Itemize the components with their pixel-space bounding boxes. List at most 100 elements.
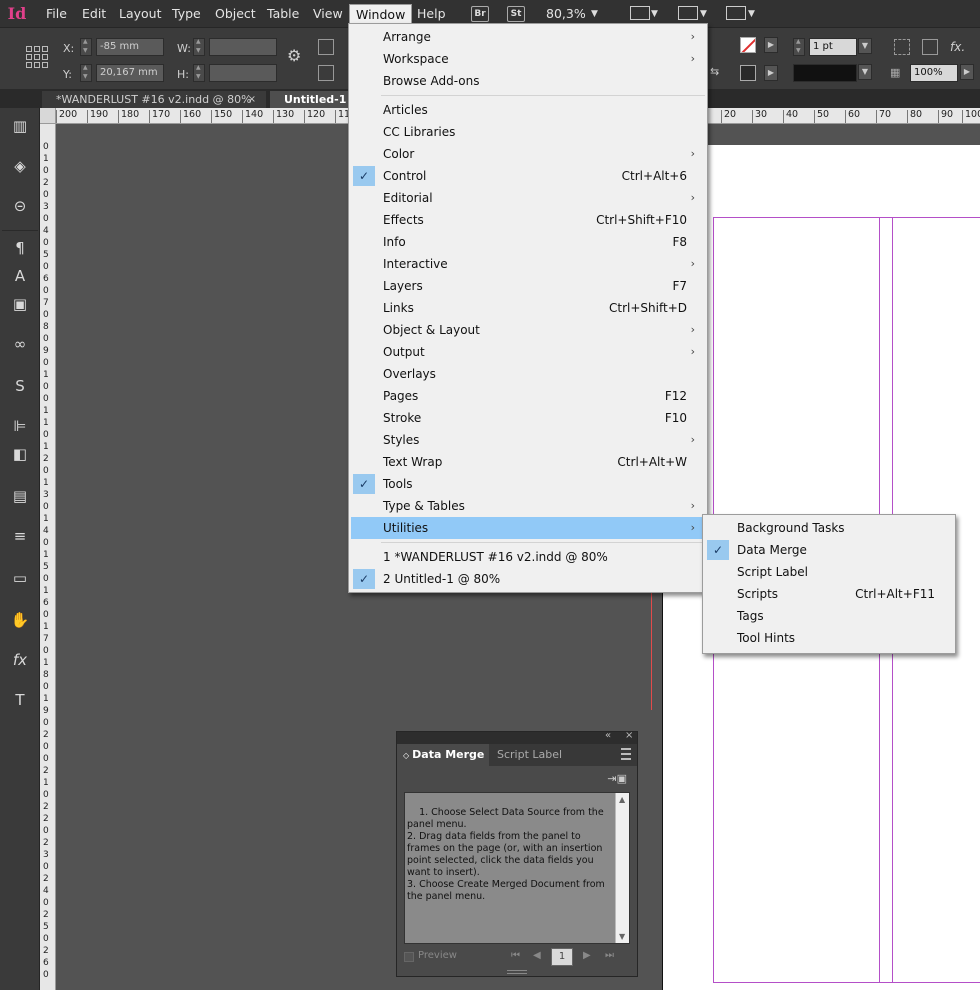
ruler-origin[interactable] (40, 108, 56, 124)
text-frame-options-icon[interactable]: T (6, 686, 34, 714)
gradient-icon[interactable]: ▭ (6, 564, 34, 592)
fill-none-swatch[interactable] (740, 37, 756, 53)
object-styles-icon[interactable]: ▣ (6, 290, 34, 318)
menu-item-browse-add-ons[interactable]: Browse Add-ons (351, 70, 705, 92)
last-record-icon[interactable]: ⏭ (605, 950, 614, 961)
select-data-source-icon[interactable]: ⇥▣ (607, 772, 627, 785)
stroke-type-field[interactable] (793, 64, 857, 82)
arrange-documents-icon[interactable] (726, 6, 746, 20)
menu-item-arrange[interactable]: Arrange › (351, 26, 705, 48)
submenu-item-tool-hints[interactable]: Tool Hints (705, 627, 953, 649)
drop-shadow-icon[interactable] (922, 39, 938, 55)
menu-window[interactable]: Window (349, 4, 413, 25)
w-stepper[interactable] (193, 38, 205, 56)
submenu-item-background-tasks[interactable]: Background Tasks (705, 517, 953, 539)
constrain-proportions-icon[interactable]: ⚙ (287, 46, 301, 65)
menu-item-2-untitled-1-80[interactable]: ✓ 2 Untitled-1 @ 80% (351, 568, 705, 590)
menu-item-pages[interactable]: Pages F12 (351, 385, 705, 407)
stroke-type-dropdown-icon[interactable]: ▼ (858, 64, 872, 80)
effects-icon[interactable]: fx. (950, 40, 965, 54)
pages-panel-icon[interactable]: ▥ (6, 112, 34, 140)
zoom-dropdown-icon[interactable]: ▼ (591, 9, 598, 19)
stroke-weight-field[interactable]: 1 pt (809, 38, 857, 56)
stroke-dropdown-icon[interactable]: ▶ (764, 65, 778, 81)
menu-item-1-wanderlust-16-v2-indd-80[interactable]: 1 *WANDERLUST #16 v2.indd @ 80% (351, 546, 705, 568)
paragraph-styles-icon[interactable]: ¶ (6, 234, 34, 262)
screen-mode-dropdown-icon[interactable]: ▼ (700, 9, 707, 19)
submenu-item-scripts[interactable]: Scripts Ctrl+Alt+F11 (705, 583, 953, 605)
menu-item-text-wrap[interactable]: Text Wrap Ctrl+Alt+W (351, 451, 705, 473)
panel-title-bar[interactable]: « × (397, 730, 637, 744)
stroke-icon[interactable]: ≡ (6, 522, 34, 550)
swatches-icon[interactable]: S (6, 372, 34, 400)
close-icon[interactable]: × (248, 91, 256, 108)
menu-item-type-tables[interactable]: Type & Tables › (351, 495, 705, 517)
stroke-weight-stepper[interactable] (793, 38, 805, 56)
pathfinder-icon[interactable]: ◧ (6, 440, 34, 468)
x-field[interactable]: -85 mm (96, 38, 164, 56)
menu-item-tools[interactable]: ✓ Tools (351, 473, 705, 495)
preview-checkbox[interactable] (404, 952, 414, 962)
reference-point-icon[interactable] (26, 46, 48, 68)
fill-dropdown-icon[interactable]: ▶ (764, 37, 778, 53)
stroke-swatch[interactable] (740, 65, 756, 81)
menu-item-cc-libraries[interactable]: CC Libraries (351, 121, 705, 143)
menu-item-workspace[interactable]: Workspace › (351, 48, 705, 70)
close-icon[interactable]: × (625, 730, 633, 741)
frame-fitting-icon[interactable] (894, 39, 910, 55)
x-stepper[interactable] (80, 38, 92, 56)
menu-item-object-layout[interactable]: Object & Layout › (351, 319, 705, 341)
scroll-up-icon[interactable]: ▲ (619, 794, 625, 806)
menu-item-output[interactable]: Output › (351, 341, 705, 363)
opacity-field[interactable]: 100% (910, 64, 958, 82)
screen-mode-icon[interactable] (678, 6, 698, 20)
submenu-item-script-label[interactable]: Script Label (705, 561, 953, 583)
menu-item-layers[interactable]: Layers F7 (351, 275, 705, 297)
menu-table[interactable]: Table (261, 4, 305, 24)
view-options-icon[interactable] (630, 6, 650, 20)
h-field[interactable] (209, 64, 277, 82)
menu-layout[interactable]: Layout (113, 4, 168, 24)
effects-panel-icon[interactable]: fx (6, 646, 34, 674)
menu-item-links[interactable]: Links Ctrl+Shift+D (351, 297, 705, 319)
vertical-ruler[interactable]: 0 1 0 2 0 3 0 4 0 5 0 6 0 7 0 8 0 9 0 1 0 0 1 1 0 1 2 0 1 3 0 1 4 0 1 5 0 1 6 0… (40, 124, 56, 990)
menu-file[interactable]: File (40, 4, 73, 24)
menu-item-control[interactable]: ✓ Control Ctrl+Alt+6 (351, 165, 705, 187)
transform-icon[interactable]: ⇆ (710, 65, 726, 81)
submenu-item-tags[interactable]: Tags (705, 605, 953, 627)
menu-type[interactable]: Type (166, 4, 207, 24)
layers-icon[interactable]: ◈ (6, 152, 34, 180)
menu-item-overlays[interactable]: Overlays (351, 363, 705, 385)
scrollbar[interactable]: ▲ ▼ (615, 793, 629, 943)
scale-x-icon[interactable] (318, 39, 334, 55)
w-field[interactable] (209, 38, 277, 56)
color-icon[interactable]: ✋ (6, 606, 34, 634)
collapse-icon[interactable]: « (605, 730, 611, 741)
links-icon[interactable]: ⊝ (6, 192, 34, 220)
arrange-documents-dropdown-icon[interactable]: ▼ (748, 9, 755, 19)
y-stepper[interactable] (80, 64, 92, 82)
scale-y-icon[interactable] (318, 65, 334, 81)
menu-item-effects[interactable]: Effects Ctrl+Shift+F10 (351, 209, 705, 231)
tab-wanderlust[interactable]: *WANDERLUST #16 v2.indd @ 80% × (42, 91, 266, 108)
scroll-down-icon[interactable]: ▼ (619, 931, 625, 943)
resize-grip-icon[interactable] (507, 970, 527, 974)
cc-libraries-icon[interactable]: ∞ (6, 330, 34, 358)
stroke-weight-dropdown-icon[interactable]: ▼ (858, 38, 872, 54)
submenu-item-data-merge[interactable]: ✓ Data Merge (705, 539, 953, 561)
menu-item-styles[interactable]: Styles › (351, 429, 705, 451)
next-record-icon[interactable]: ▶ (583, 950, 591, 961)
h-stepper[interactable] (193, 64, 205, 82)
menu-object[interactable]: Object (209, 4, 262, 24)
menu-view[interactable]: View (307, 4, 349, 24)
opacity-dropdown-icon[interactable]: ▶ (960, 64, 974, 80)
record-number-field[interactable]: 1 (551, 948, 573, 966)
tab-script-label[interactable]: Script Label (491, 744, 573, 766)
panel-menu-icon[interactable] (621, 748, 631, 760)
zoom-level[interactable]: 80,3% (546, 4, 586, 24)
first-record-icon[interactable]: ⏮ (511, 950, 520, 961)
menu-item-stroke[interactable]: Stroke F10 (351, 407, 705, 429)
menu-item-articles[interactable]: Articles (351, 99, 705, 121)
view-options-dropdown-icon[interactable]: ▼ (651, 9, 658, 19)
menu-item-utilities[interactable]: Utilities › (351, 517, 705, 539)
